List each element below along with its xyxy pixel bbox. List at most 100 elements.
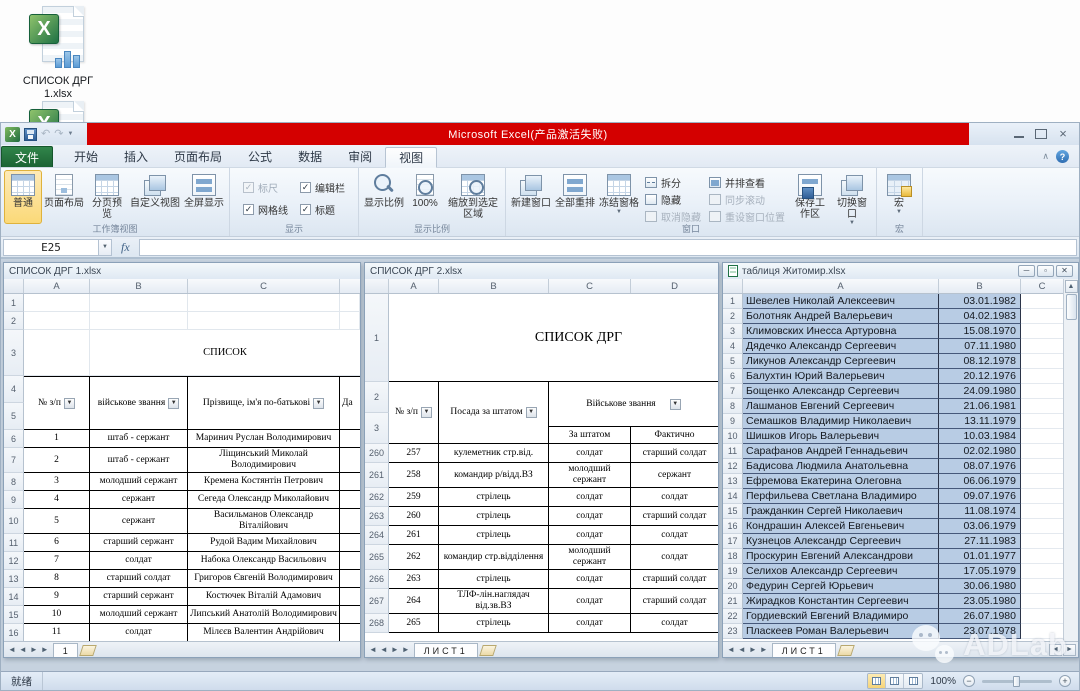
column-header[interactable]: A bbox=[743, 279, 939, 293]
row-header[interactable]: 2 bbox=[723, 309, 743, 324]
row-header[interactable]: 6 bbox=[723, 369, 743, 384]
row-header[interactable]: 6 bbox=[4, 430, 24, 448]
cell-rank[interactable]: солдат bbox=[90, 624, 188, 641]
cell-empty[interactable] bbox=[340, 570, 360, 588]
column-header[interactable]: B bbox=[439, 279, 549, 293]
maximize-button[interactable] bbox=[1035, 129, 1047, 139]
qat-dropdown-icon[interactable]: ▼ bbox=[67, 131, 73, 137]
split-button[interactable]: 拆分 bbox=[645, 175, 701, 190]
row-header[interactable]: 261 bbox=[365, 463, 389, 488]
row-header[interactable]: 3 bbox=[4, 330, 24, 376]
cell-empty[interactable] bbox=[340, 491, 360, 509]
cell-empty[interactable] bbox=[340, 624, 360, 641]
cell-empty[interactable] bbox=[340, 473, 360, 491]
row-header[interactable]: 4 bbox=[723, 339, 743, 354]
cell-name[interactable]: Кондрашин Алексей Евгеньевич bbox=[743, 519, 939, 534]
row-header[interactable]: 7 bbox=[4, 448, 24, 473]
filter-dropdown-icon[interactable]: ▼ bbox=[526, 407, 537, 418]
cell-rank[interactable]: сержант bbox=[90, 509, 188, 534]
cell-birthdate[interactable]: 30.06.1980 bbox=[939, 579, 1021, 594]
column-header[interactable]: B bbox=[90, 279, 188, 293]
cell-birthdate[interactable]: 08.12.1978 bbox=[939, 354, 1021, 369]
cell-name[interactable]: Григоров Євгеній Володимирович bbox=[188, 570, 340, 588]
cell-name[interactable]: Семашков Владимир Николаевич bbox=[743, 414, 939, 429]
name-box[interactable]: E25 bbox=[3, 239, 99, 256]
cell-empty[interactable] bbox=[340, 552, 360, 570]
cell-position[interactable]: ТЛФ-лін.наглядач від.зв.ВЗ bbox=[439, 589, 549, 614]
zoom-level[interactable]: 100% bbox=[930, 676, 956, 687]
zoom-100-button[interactable]: 100% bbox=[406, 170, 444, 224]
cell-empty[interactable] bbox=[1021, 519, 1063, 534]
cell-name[interactable]: Васильманов Олександр Віталійович bbox=[188, 509, 340, 534]
column-header[interactable]: D bbox=[631, 279, 718, 293]
row-header[interactable]: 23 bbox=[723, 624, 743, 639]
column-header[interactable] bbox=[340, 279, 360, 293]
cell-staff-rank[interactable]: солдат bbox=[549, 614, 631, 633]
row-header[interactable]: 21 bbox=[723, 594, 743, 609]
row-header[interactable]: 1 bbox=[4, 294, 24, 312]
cell-actual-rank[interactable]: солдат bbox=[631, 545, 718, 570]
row-header[interactable]: 13 bbox=[723, 474, 743, 489]
filter-dropdown-icon[interactable]: ▼ bbox=[421, 407, 432, 418]
cell-name[interactable]: Проскурин Евгений Александрови bbox=[743, 549, 939, 564]
cell-number[interactable]: 4 bbox=[24, 491, 90, 509]
row-header[interactable]: 2 bbox=[365, 382, 389, 413]
cell-position[interactable]: командир стр.відділення bbox=[439, 545, 549, 570]
tab-formulas[interactable]: 公式 bbox=[235, 146, 285, 167]
cell-number[interactable]: 265 bbox=[389, 614, 439, 633]
cell-rank[interactable]: штаб - сержант bbox=[90, 430, 188, 448]
cell-empty[interactable] bbox=[1021, 429, 1063, 444]
row-header[interactable]: 264 bbox=[365, 526, 389, 545]
cell-birthdate[interactable]: 21.06.1981 bbox=[939, 399, 1021, 414]
child-window-titlebar[interactable]: СПИСОК ДРГ 1.xlsx bbox=[4, 263, 360, 279]
full-screen-button[interactable]: 全屏显示 bbox=[182, 170, 226, 224]
cell-actual-rank[interactable]: старший солдат bbox=[631, 507, 718, 526]
cell-staff-rank[interactable]: солдат bbox=[549, 589, 631, 614]
cell-name[interactable]: Бадисова Людмила Анатольевна bbox=[743, 459, 939, 474]
header-cell-name[interactable]: Прізвище, ім'я по-батькові▼ bbox=[188, 376, 340, 430]
sheet-title-cell[interactable]: СПИСОК bbox=[90, 330, 360, 376]
tab-file[interactable]: 文件 bbox=[1, 146, 53, 167]
insert-sheet-icon[interactable] bbox=[837, 645, 855, 656]
page-layout-view-shortcut[interactable] bbox=[886, 674, 904, 688]
custom-views-button[interactable]: 自定义视图 bbox=[128, 170, 182, 224]
cell-number[interactable]: 263 bbox=[389, 570, 439, 589]
cell-name[interactable]: Липський Анатолій Володимирович bbox=[188, 606, 340, 624]
select-all-corner[interactable] bbox=[723, 279, 743, 293]
close-button[interactable]: × bbox=[1057, 129, 1069, 139]
row-header[interactable]: 11 bbox=[4, 534, 24, 552]
new-window-button[interactable]: 新建窗口 bbox=[509, 170, 553, 224]
title-bar[interactable]: X ↶ ↷ ▼ Microsoft Excel(产品激活失败) × bbox=[1, 123, 1079, 145]
collapse-ribbon-icon[interactable]: ∧ bbox=[1042, 151, 1049, 162]
row-header[interactable]: 12 bbox=[723, 459, 743, 474]
row-header[interactable]: 260 bbox=[365, 444, 389, 463]
cell-birthdate[interactable]: 08.07.1976 bbox=[939, 459, 1021, 474]
gridlines-checkbox[interactable]: ✓网格线 bbox=[243, 202, 288, 217]
cell-empty[interactable] bbox=[340, 448, 360, 473]
macros-button[interactable]: 宏▼ bbox=[880, 170, 918, 224]
cell-staff-rank[interactable]: солдат bbox=[549, 570, 631, 589]
cell-birthdate[interactable]: 06.06.1979 bbox=[939, 474, 1021, 489]
row-header[interactable]: 14 bbox=[4, 588, 24, 606]
cell-empty[interactable] bbox=[1021, 624, 1063, 639]
save-workspace-button[interactable]: 保存工作区 bbox=[789, 170, 831, 224]
row-header[interactable]: 4 bbox=[4, 376, 24, 403]
cell-position[interactable]: стрілець bbox=[439, 488, 549, 507]
row-header[interactable]: 15 bbox=[723, 504, 743, 519]
row-header[interactable]: 19 bbox=[723, 564, 743, 579]
cell-actual-rank[interactable]: солдат bbox=[631, 614, 718, 633]
cell-number[interactable]: 5 bbox=[24, 509, 90, 534]
cell-number[interactable]: 9 bbox=[24, 588, 90, 606]
cell-number[interactable]: 1 bbox=[24, 430, 90, 448]
row-header[interactable]: 3 bbox=[365, 413, 389, 444]
child-window-titlebar[interactable]: СПИСОК ДРГ 2.xlsx bbox=[365, 263, 718, 279]
cell-empty[interactable] bbox=[1021, 609, 1063, 624]
headings-checkbox[interactable]: ✓标题 bbox=[300, 202, 345, 217]
cell-empty[interactable] bbox=[1021, 354, 1063, 369]
cell[interactable] bbox=[340, 312, 360, 330]
zoom-to-selection-button[interactable]: 缩放到选定区域 bbox=[444, 170, 502, 224]
cell-position[interactable]: стрілець bbox=[439, 614, 549, 633]
cell-empty[interactable] bbox=[1021, 294, 1063, 309]
cell-position[interactable]: стрілець bbox=[439, 526, 549, 545]
row-header[interactable]: 18 bbox=[723, 549, 743, 564]
